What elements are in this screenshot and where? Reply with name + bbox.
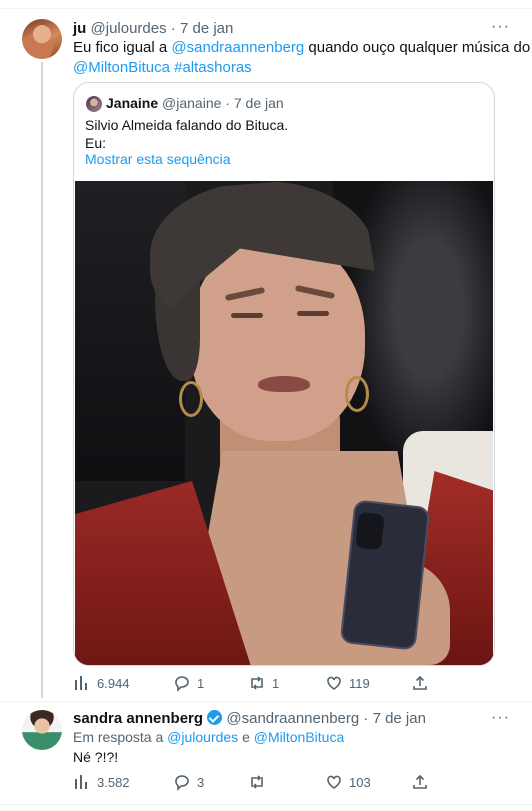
tweet1-retweet-button[interactable]: 1 xyxy=(248,674,279,692)
tweet1-text: Eu fico igual a @sandraannenberg quando … xyxy=(73,38,530,78)
quote-author-name: Janaine xyxy=(106,95,159,111)
tweet1-like-count: 119 xyxy=(349,675,370,691)
tweet1-text-mid: quando ouço qualquer música do xyxy=(304,39,531,56)
tweet2-reply-context: Em resposta a @julourdes e @MiltonBituca xyxy=(73,727,344,747)
quote-dot: · xyxy=(225,95,230,111)
quote-header: Janaine @janaine · 7 de jan xyxy=(106,95,284,111)
quote-media-photo[interactable] xyxy=(75,181,493,665)
tweet2-views[interactable]: 3.582 xyxy=(73,773,130,791)
reply-mention-miltonbituca[interactable]: @MiltonBituca xyxy=(254,729,344,745)
heart-icon xyxy=(327,676,341,690)
tweet2-share-button[interactable] xyxy=(411,773,429,791)
views-icon xyxy=(75,775,87,789)
views-icon xyxy=(75,676,87,690)
retweet-icon xyxy=(251,676,263,690)
tweet2-author-name[interactable]: sandra annenberg xyxy=(73,710,203,727)
tweet1-reply-button[interactable]: 1 xyxy=(173,674,204,692)
tweet2-more-icon[interactable]: ··· xyxy=(491,709,510,727)
mention-sandraannenberg[interactable]: @sandraannenberg xyxy=(171,39,304,56)
mention-miltonbituca[interactable]: @MiltonBituca xyxy=(73,59,170,76)
tweet1-retweet-count: 1 xyxy=(272,675,280,691)
tweet2-reply-count: 3 xyxy=(197,774,205,790)
tweet1-like-button[interactable]: 119 xyxy=(325,674,370,692)
share-icon xyxy=(413,675,427,690)
tweet2-reply-button[interactable]: 3 xyxy=(173,773,204,791)
thread-connector-line xyxy=(41,62,43,698)
quote-line1: Silvio Almeida falando do Bituca. xyxy=(85,117,289,133)
reply-and: e xyxy=(238,729,254,745)
tweet-divider xyxy=(0,701,532,702)
avatar-sandraannenberg[interactable] xyxy=(22,710,62,750)
tweet1-dot: · xyxy=(170,20,176,37)
heart-icon xyxy=(327,775,341,789)
quote-handle: @janaine xyxy=(162,95,222,111)
tweet2-actions: 3.582 3 103 xyxy=(73,773,433,793)
tweet2-header: sandra annenberg @sandraannenberg · 7 de… xyxy=(73,710,426,728)
tweet2-handle[interactable]: @sandraannenberg xyxy=(226,710,359,727)
tweet2-dot: · xyxy=(363,710,369,727)
quote-text: Silvio Almeida falando do Bituca. Eu: xyxy=(85,116,288,152)
top-divider xyxy=(0,8,532,9)
tweet1-more-icon[interactable]: ··· xyxy=(491,18,510,36)
quoted-tweet-card[interactable]: Janaine @janaine · 7 de jan Silvio Almei… xyxy=(73,82,495,666)
tweet2-text: Né ?!?! xyxy=(73,749,119,765)
show-thread-link[interactable]: Mostrar esta sequência xyxy=(85,151,231,167)
verified-badge-icon xyxy=(207,710,223,725)
tweet1-share-button[interactable] xyxy=(411,674,429,692)
tweet1-date[interactable]: 7 de jan xyxy=(180,20,233,37)
tweet2-retweet-button[interactable] xyxy=(248,773,272,791)
hashtag-altashoras[interactable]: #altashoras xyxy=(174,59,252,76)
tweet2-date[interactable]: 7 de jan xyxy=(373,710,426,727)
avatar-janaine xyxy=(86,96,102,112)
tweet1-views[interactable]: 6.944 xyxy=(73,674,130,692)
tweet2-like-button[interactable]: 103 xyxy=(325,773,371,791)
tweet1-reply-count: 1 xyxy=(197,675,205,691)
tweet1-views-count: 6.944 xyxy=(97,675,130,691)
tweet2-views-count: 3.582 xyxy=(97,774,130,790)
tweet1-text-prefix: Eu fico igual a xyxy=(73,39,172,56)
tweet1-header: ju @julourdes · 7 de jan xyxy=(73,20,233,38)
quote-date: 7 de jan xyxy=(233,95,284,111)
bottom-divider xyxy=(0,804,532,805)
tweet1-actions: 6.944 1 1 119 xyxy=(73,674,433,694)
tweet1-handle[interactable]: @julourdes xyxy=(91,20,167,37)
reply-mention-julourdes[interactable]: @julourdes xyxy=(167,729,238,745)
tweet2-like-count: 103 xyxy=(349,774,371,790)
reply-icon xyxy=(175,676,189,692)
avatar-julourdes[interactable] xyxy=(22,19,62,59)
reply-prefix: Em resposta a xyxy=(73,729,168,745)
tweet1-author-name[interactable]: ju xyxy=(73,20,86,37)
reply-icon xyxy=(175,775,189,791)
retweet-icon xyxy=(251,775,263,789)
quote-line2: Eu: xyxy=(85,135,107,151)
share-icon xyxy=(413,774,427,789)
